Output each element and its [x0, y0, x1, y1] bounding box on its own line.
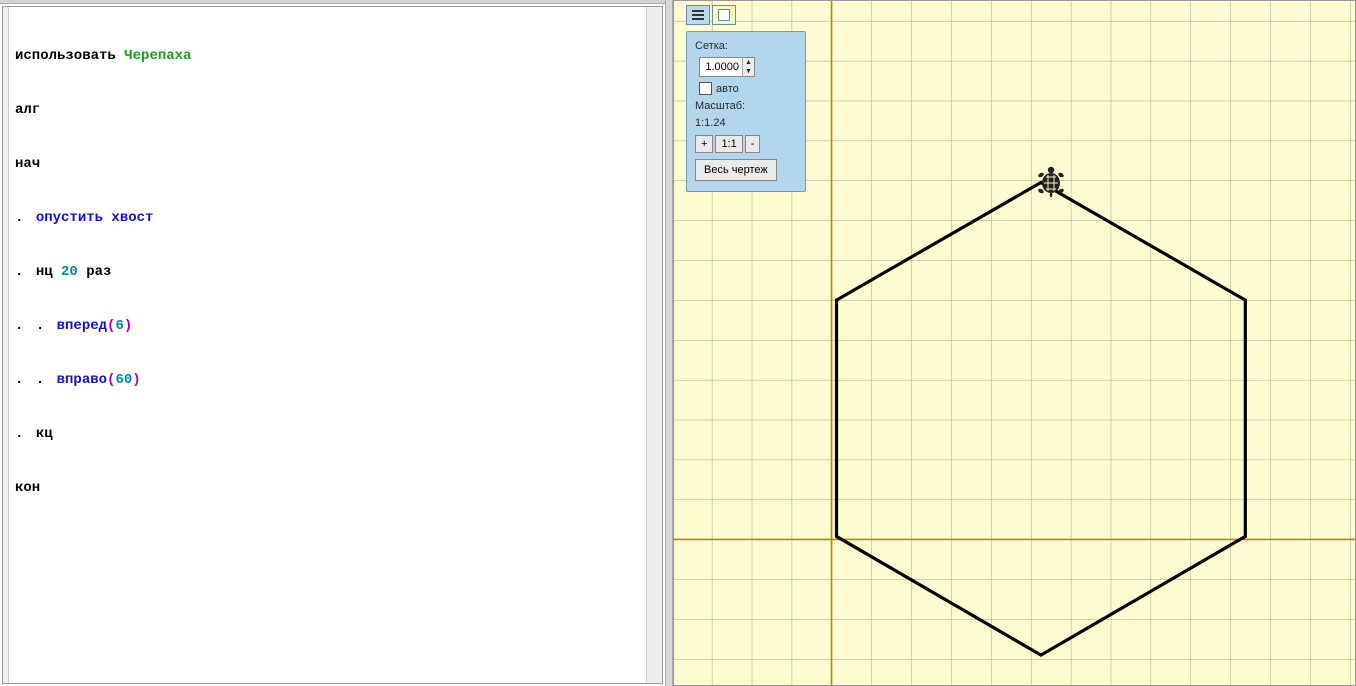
auto-grid-label: авто	[716, 83, 739, 95]
canvas-control-panel: Сетка: ▲ ▼ авто Масштаб: 1:1.24 + 1:1 - …	[686, 31, 806, 192]
zoom-reset-button[interactable]: 1:1	[715, 135, 742, 153]
code-line: . нц 20 раз	[15, 263, 640, 281]
grid-step-input[interactable]	[700, 58, 742, 76]
spinner-up-icon[interactable]: ▲	[743, 58, 754, 67]
code-editor[interactable]: использовать Черепаха алг нач . опустить…	[9, 7, 646, 683]
grid-label: Сетка:	[695, 40, 797, 52]
zoom-out-button[interactable]: -	[745, 135, 761, 153]
fit-drawing-button[interactable]: Весь чертеж	[695, 159, 777, 181]
toggle-control-panel-button[interactable]	[686, 5, 710, 25]
code-line: . кц	[15, 425, 640, 443]
drawing-panel[interactable]: Сетка: ▲ ▼ авто Масштаб: 1:1.24 + 1:1 - …	[673, 0, 1356, 686]
canvas-mini-toolbar	[686, 5, 736, 25]
scale-label: Масштаб:	[695, 100, 797, 112]
turtle-icon	[1034, 165, 1068, 199]
code-line: алг	[15, 101, 640, 119]
code-line: использовать Черепаха	[15, 47, 640, 65]
code-line: . опустить хвост	[15, 209, 640, 227]
scale-value: 1:1.24	[695, 117, 797, 129]
code-line: . . вперед(6)	[15, 317, 640, 335]
code-panel: использовать Черепаха алг нач . опустить…	[0, 0, 665, 686]
grid-step-spinner[interactable]: ▲ ▼	[699, 57, 755, 77]
auto-grid-checkbox[interactable]	[699, 82, 712, 95]
code-line: нач	[15, 155, 640, 173]
toolbar-remnant	[0, 0, 665, 4]
code-line: . . вправо(60)	[15, 371, 640, 389]
editor-scrollbar[interactable]	[646, 7, 662, 683]
zoom-in-button[interactable]: +	[695, 135, 713, 153]
spinner-down-icon[interactable]: ▼	[743, 67, 754, 76]
code-line: кон	[15, 479, 640, 497]
code-editor-wrapper: использовать Черепаха алг нач . опустить…	[2, 6, 663, 684]
toggle-view-button[interactable]	[712, 5, 736, 25]
hamburger-icon	[692, 10, 704, 20]
square-icon	[718, 9, 730, 21]
panel-splitter[interactable]	[665, 0, 673, 686]
